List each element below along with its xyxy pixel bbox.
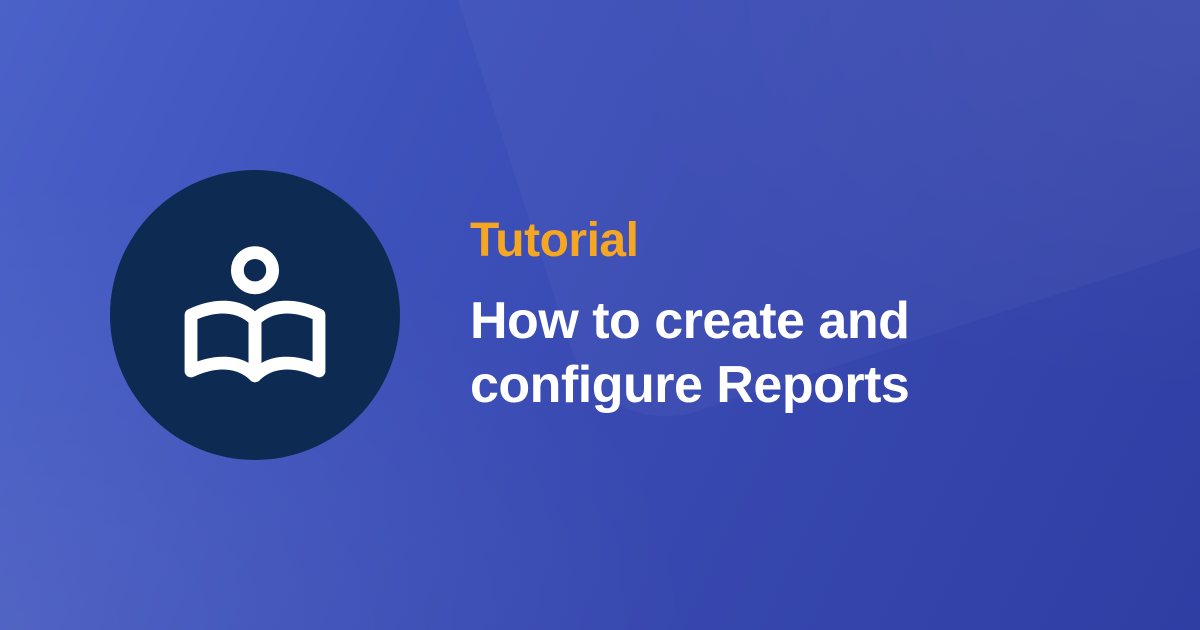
page-title: How to create and configure Reports	[470, 290, 1110, 417]
eyebrow-label: Tutorial	[470, 213, 1110, 268]
icon-badge	[110, 170, 400, 460]
reader-book-icon	[175, 235, 335, 395]
text-block: Tutorial How to create and configure Rep…	[470, 213, 1110, 417]
hero-container: Tutorial How to create and configure Rep…	[0, 0, 1200, 630]
